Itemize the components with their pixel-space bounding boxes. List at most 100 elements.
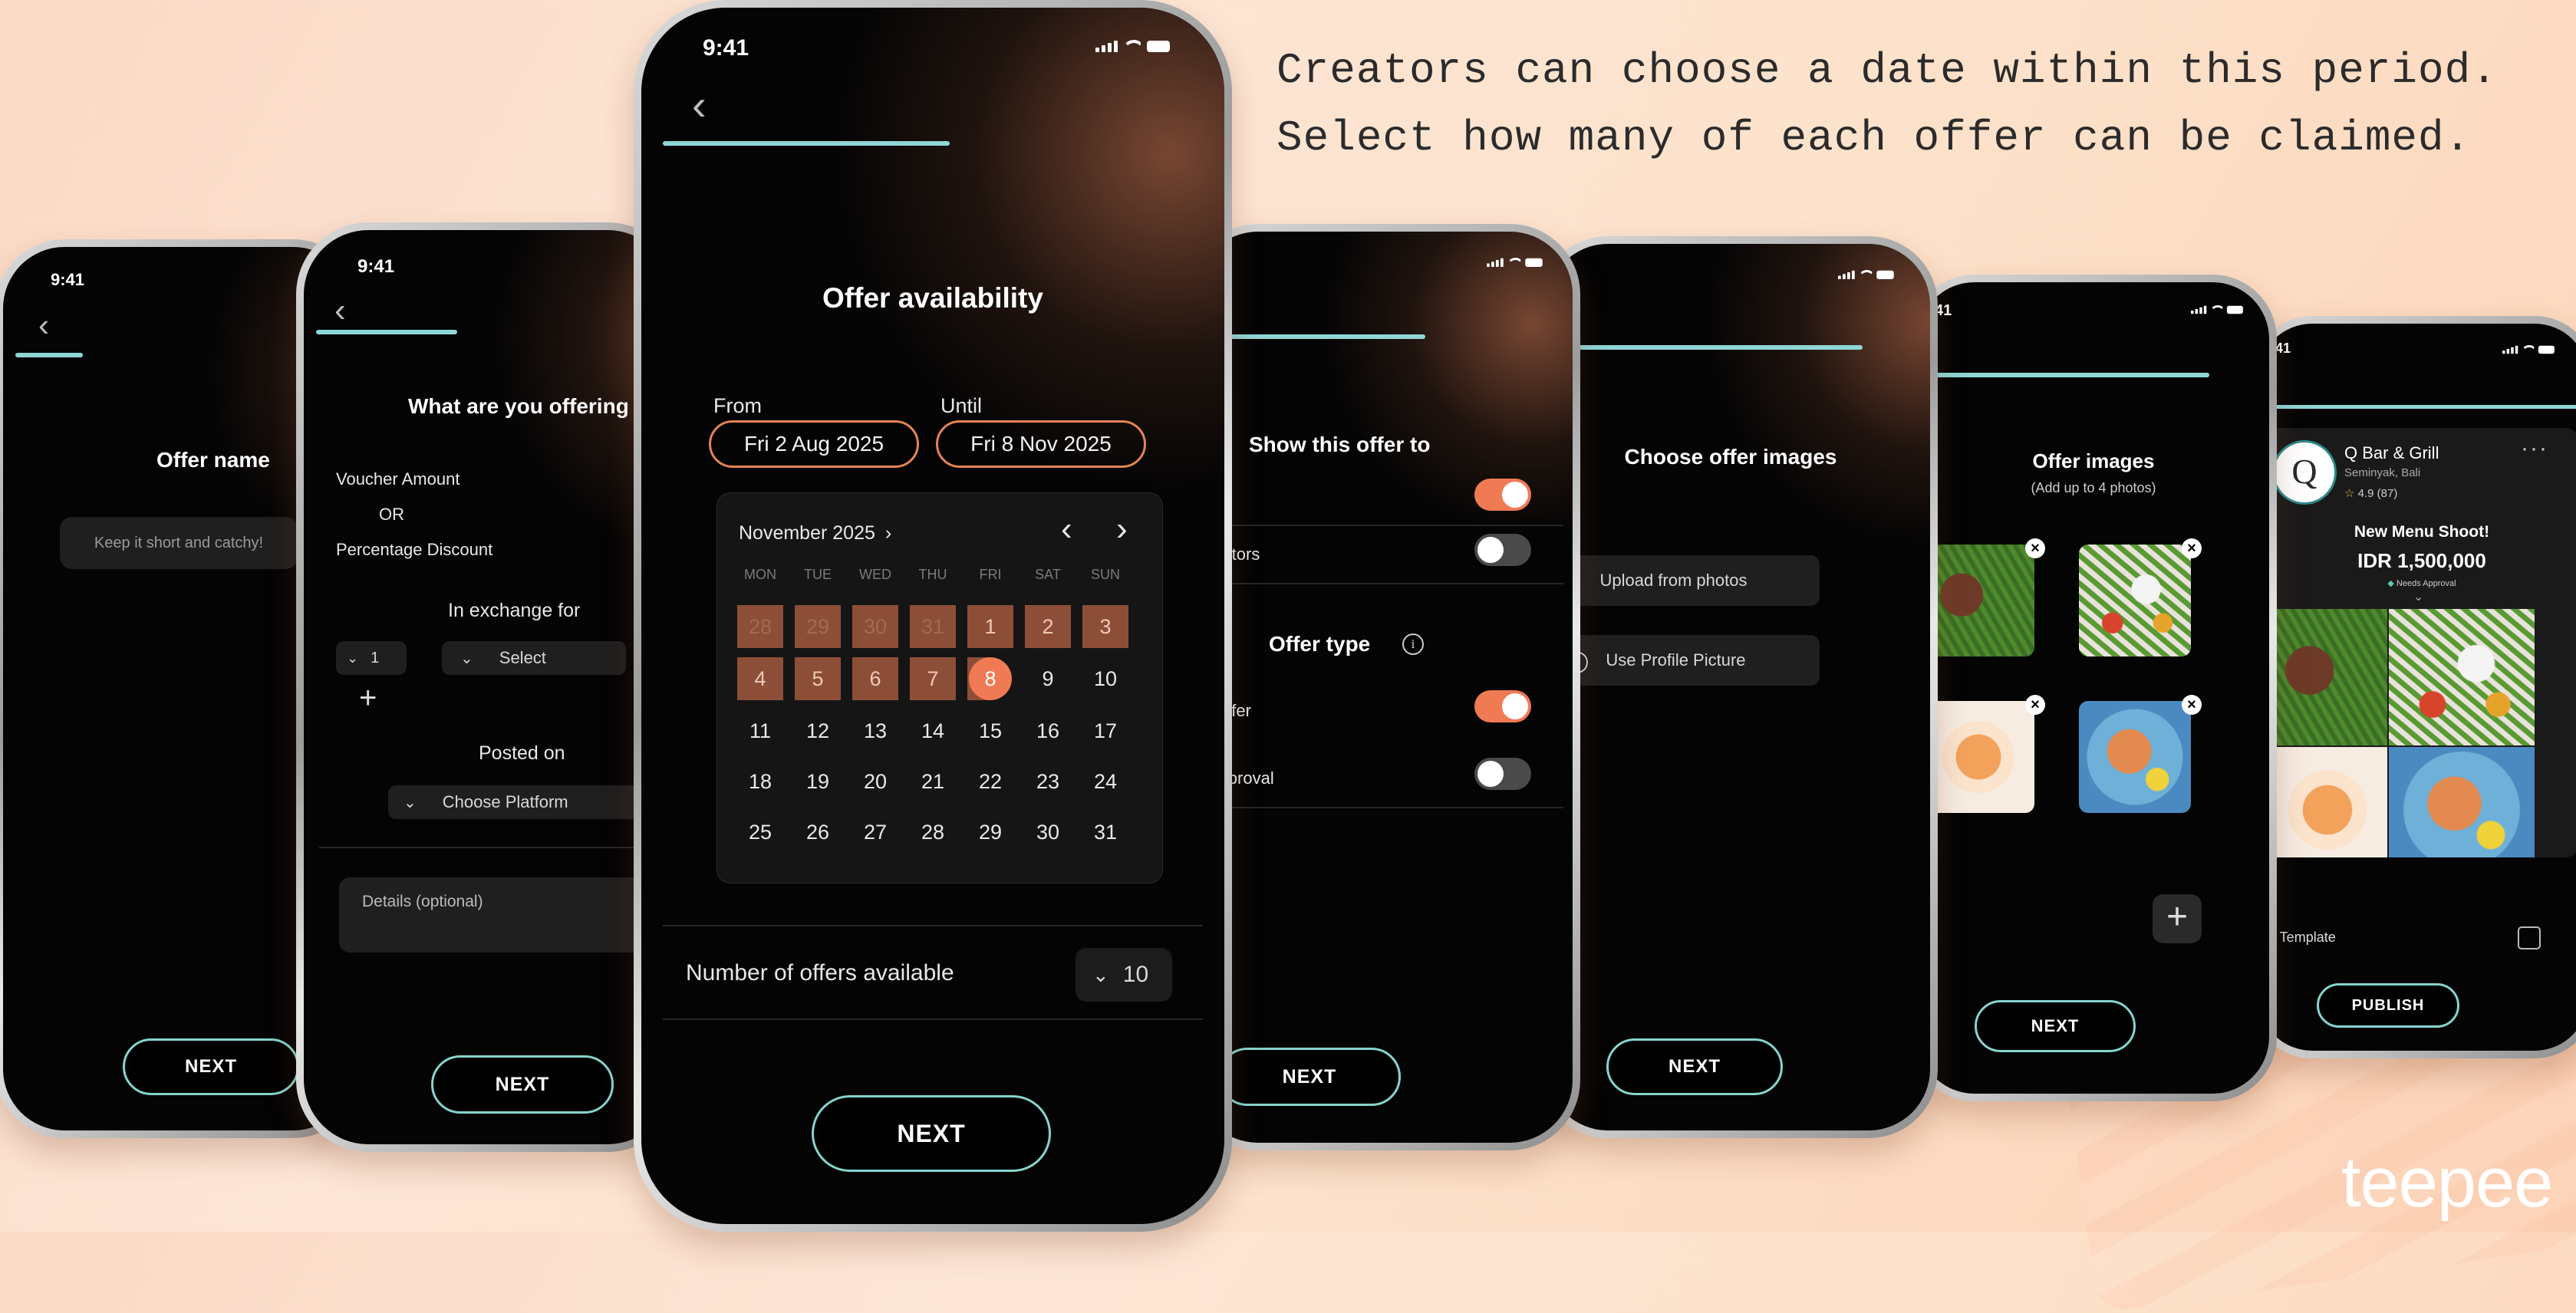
next-button[interactable]: NEXT: [123, 1038, 299, 1095]
details-textarea[interactable]: Details (optional): [339, 877, 646, 953]
next-button[interactable]: NEXT: [812, 1095, 1051, 1172]
calendar-day[interactable]: 1: [967, 605, 1013, 648]
calendar-day[interactable]: 15: [967, 709, 1013, 752]
battery-icon: [1525, 258, 1543, 267]
photo-salad: [2389, 609, 2535, 745]
calendar-day[interactable]: 3: [1082, 605, 1128, 648]
screen-choose-images: Choose offer images ⇪ Upload from photos…: [1547, 244, 1930, 1130]
back-chevron-icon[interactable]: ‹: [692, 80, 707, 130]
calendar-day[interactable]: 17: [1082, 709, 1128, 752]
remove-photo-2-icon[interactable]: ×: [2182, 538, 2202, 558]
next-button[interactable]: NEXT: [1606, 1038, 1783, 1095]
audience-row-1-toggle[interactable]: [1474, 479, 1531, 511]
calendar-day[interactable]: 29: [967, 811, 1013, 854]
add-deliverable-icon[interactable]: +: [359, 681, 377, 716]
offer-type-row-2-toggle[interactable]: [1474, 758, 1531, 790]
calendar-day[interactable]: 29: [795, 605, 841, 648]
add-photo-button[interactable]: +: [2153, 894, 2202, 943]
next-button[interactable]: NEXT: [1218, 1048, 1401, 1106]
calendar-day[interactable]: 25: [737, 811, 783, 854]
calendar-day[interactable]: 11: [737, 709, 783, 752]
status-icons: [2502, 345, 2555, 354]
calendar-day[interactable]: 14: [910, 709, 956, 752]
from-date-field[interactable]: Fri 2 Aug 2025: [709, 420, 919, 468]
calendar-day[interactable]: 20: [852, 760, 898, 803]
next-month-button[interactable]: ›: [1116, 510, 1128, 548]
calendar-day[interactable]: 31: [910, 605, 956, 648]
offer-name-input[interactable]: Keep it short and catchy!: [60, 517, 298, 569]
until-date-field[interactable]: Fri 8 Nov 2025: [936, 420, 1146, 468]
calendar-day[interactable]: 24: [1082, 760, 1128, 803]
more-icon[interactable]: ···: [2521, 436, 2548, 462]
offer-type-row-1-toggle[interactable]: [1474, 690, 1531, 722]
offers-count-select[interactable]: ⌄ 10: [1076, 948, 1172, 1002]
audience-row-2-toggle[interactable]: [1474, 534, 1531, 566]
publish-button[interactable]: PUBLISH: [2317, 983, 2459, 1028]
next-button[interactable]: NEXT: [431, 1055, 614, 1114]
option-or: OR: [379, 505, 404, 524]
calendar-day[interactable]: 12: [795, 709, 841, 752]
divider: [663, 925, 1203, 926]
prev-month-button[interactable]: ‹: [1061, 510, 1072, 548]
template-checkbox[interactable]: [2518, 926, 2541, 949]
screen-offer-images: 41 Offer images (Add up to 4 photos) × ×…: [1918, 282, 2269, 1094]
calendar-day[interactable]: 31: [1082, 811, 1128, 854]
calendar-day[interactable]: 16: [1025, 709, 1071, 752]
calendar-day[interactable]: 7: [910, 657, 956, 700]
divider: [1195, 807, 1563, 808]
deliverable-select[interactable]: ⌄ Select: [442, 641, 626, 675]
remove-photo-4-icon[interactable]: ×: [2182, 695, 2202, 715]
chevron-down-icon[interactable]: ⌄: [2413, 589, 2423, 604]
calendar-day[interactable]: 6: [852, 657, 898, 700]
signal-icon: [2191, 305, 2207, 314]
back-chevron-icon[interactable]: ‹: [38, 307, 49, 344]
calendar-day[interactable]: 4: [737, 657, 783, 700]
page-title: What are you offering: [408, 394, 629, 418]
wifi-icon: [1124, 40, 1141, 52]
calendar-day[interactable]: 10: [1082, 657, 1128, 700]
weekday-tue: TUE: [804, 567, 832, 582]
photo-drink: [2268, 747, 2387, 857]
back-chevron-icon[interactable]: ‹: [334, 291, 346, 330]
calendar-day[interactable]: 13: [852, 709, 898, 752]
option-percentage[interactable]: Percentage Discount: [336, 540, 492, 560]
option-voucher[interactable]: Voucher Amount: [336, 469, 460, 489]
weekday-sun: SUN: [1090, 567, 1120, 582]
info-icon[interactable]: i: [1402, 633, 1424, 655]
calendar-day[interactable]: 8: [967, 657, 1013, 700]
calendar-day[interactable]: 27: [852, 811, 898, 854]
remove-photo-1-icon[interactable]: ×: [2025, 538, 2045, 558]
calendar-day[interactable]: 19: [795, 760, 841, 803]
calendar-day[interactable]: 28: [910, 811, 956, 854]
from-label: From: [713, 394, 762, 417]
calendar-day[interactable]: 5: [795, 657, 841, 700]
remove-photo-3-icon[interactable]: ×: [2025, 695, 2045, 715]
calendar-day[interactable]: 22: [967, 760, 1013, 803]
calendar-day[interactable]: 26: [795, 811, 841, 854]
section-title-show-to: Show this offer to: [1249, 433, 1431, 456]
calendar-day[interactable]: 30: [852, 605, 898, 648]
profile-picture-button[interactable]: ◯ Use Profile Picture: [1551, 635, 1820, 686]
weekday-mon: MON: [744, 567, 776, 582]
calendar-day[interactable]: 21: [910, 760, 956, 803]
calendar-day[interactable]: 30: [1025, 811, 1071, 854]
offers-count-value: 10: [1122, 962, 1149, 987]
photo-fish: [2079, 701, 2191, 813]
calendar-day[interactable]: 18: [737, 760, 783, 803]
calendar-day[interactable]: 9: [1025, 657, 1071, 700]
calendar: November 2025 › ‹ › MON TUE WED THU FRI SAT SU…: [716, 492, 1163, 884]
platform-select[interactable]: ⌄ Choose Platform: [388, 785, 641, 819]
phone-2: 9:41 ‹ What are you offering Voucher Amo…: [296, 222, 680, 1152]
calendar-month[interactable]: November 2025 ›: [739, 522, 891, 545]
calendar-day[interactable]: 2: [1025, 605, 1071, 648]
progress-bar: [1918, 373, 2209, 377]
screen-glow: [1700, 244, 1930, 551]
profile-label: Use Profile Picture: [1606, 650, 1746, 670]
venue-card[interactable]: Q Q Bar & Grill Seminyak, Bali ☆ 4.9 (87…: [2265, 428, 2576, 857]
next-button[interactable]: NEXT: [1975, 1000, 2136, 1052]
deliverable-placeholder: Select: [499, 648, 546, 667]
quantity-select[interactable]: ⌄ 1: [336, 641, 407, 675]
calendar-day[interactable]: 28: [737, 605, 783, 648]
calendar-day[interactable]: 23: [1025, 760, 1071, 803]
upload-photos-button[interactable]: ⇪ Upload from photos: [1551, 555, 1820, 606]
